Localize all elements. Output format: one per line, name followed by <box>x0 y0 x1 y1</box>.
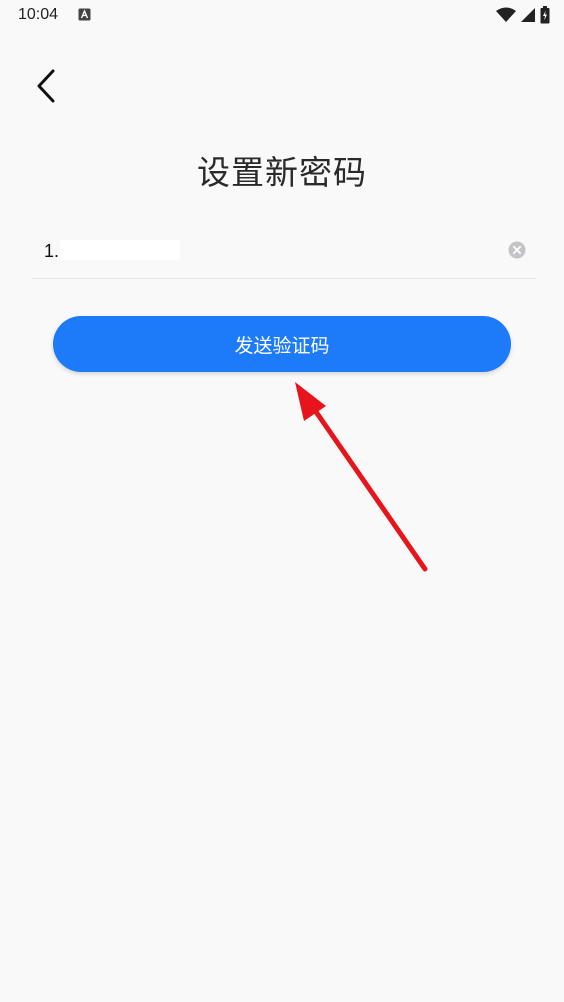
notification-a-icon <box>78 8 91 21</box>
page-title: 设置新密码 <box>197 153 367 192</box>
signal-icon <box>521 8 535 22</box>
status-icons <box>496 6 550 24</box>
status-bar: 10:04 <box>0 0 564 32</box>
reset-password-screen: 10:04 设置新密码 1. 发送验证码 <box>0 0 564 1002</box>
chevron-left-icon <box>37 69 55 103</box>
back-button[interactable] <box>22 62 70 110</box>
clear-circle-icon[interactable] <box>508 241 526 259</box>
battery-charging-icon <box>540 6 550 24</box>
send-code-button[interactable]: 发送验证码 <box>53 316 511 372</box>
phone-field-row <box>32 226 536 279</box>
wifi-icon <box>496 7 516 22</box>
status-time: 10:04 <box>18 6 59 23</box>
redaction-mask <box>60 240 180 260</box>
